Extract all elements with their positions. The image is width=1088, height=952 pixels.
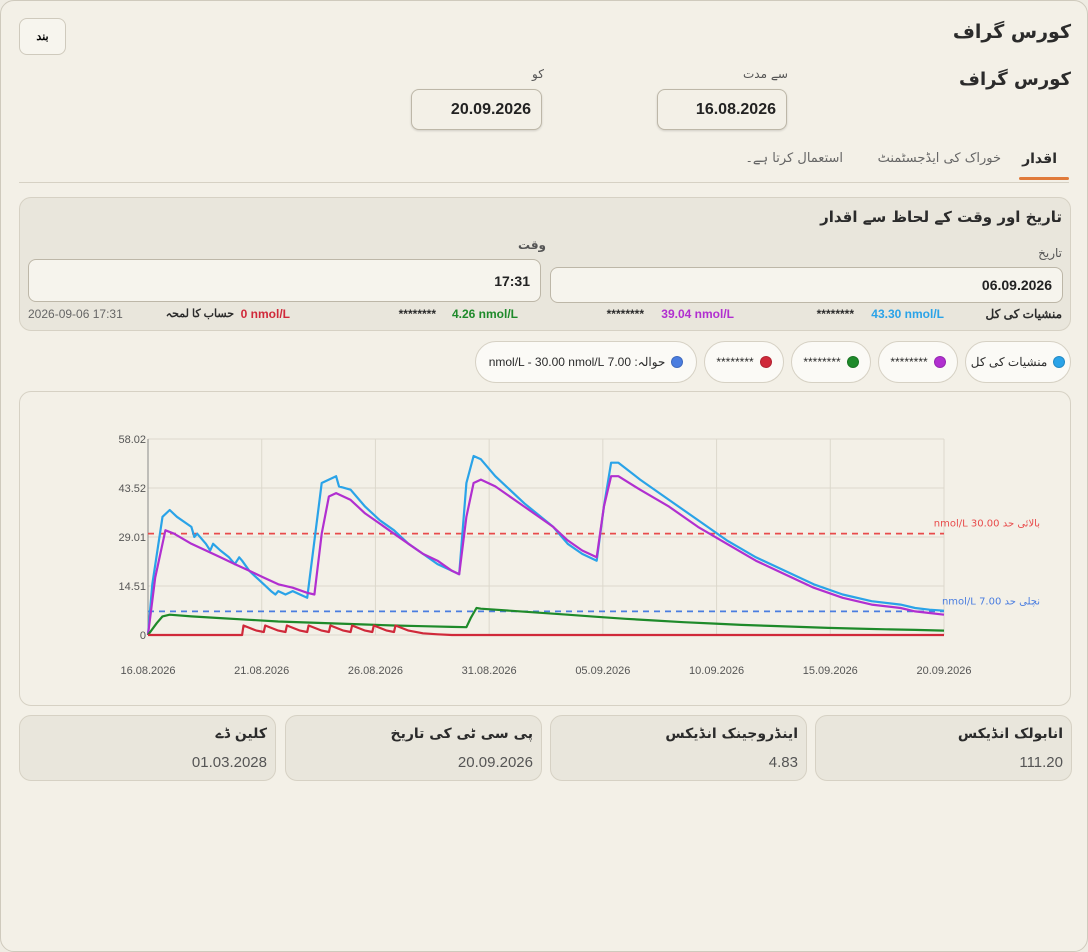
legend-dot-icon [933, 356, 946, 368]
value-name-3: ******** [606, 307, 644, 321]
card-title: پی سی ٹی کی تاریخ [390, 726, 534, 742]
calc-moment-label: حساب کا لمحہ [165, 308, 234, 320]
card-value: 4.83 [768, 754, 798, 771]
concentration-chart: 16.08.2026 21.08.2026 26.08.2026 31.08.2026… [118, 434, 1040, 677]
value-name-4: ******** [398, 307, 436, 321]
legend-dot-icon [671, 356, 684, 368]
value-amount-4: 0 nmol/L [240, 307, 290, 321]
from-date-label: سے مدت [743, 67, 788, 81]
card-value: 111.20 [1019, 754, 1063, 771]
y-tick-label: 43.52 [118, 483, 146, 495]
series-line-1 [146, 454, 945, 636]
time-input[interactable] [28, 259, 541, 302]
value-name-total: منشیات کی کل [985, 307, 1062, 321]
card-anabolic-index: انابولک انڈیکس 111.20 [815, 715, 1072, 781]
date-label: تاریخ [1038, 246, 1062, 260]
x-tick-label: 21.08.2026 [234, 665, 289, 677]
legend-dot-icon [846, 356, 859, 368]
legend-dot-icon [1053, 356, 1066, 368]
card-androgenic-index: اینڈروجینک انڈیکس 4.83 [550, 715, 807, 781]
legend-label: ******** [716, 355, 754, 369]
value-amount-3: 4.26 nmol/L [451, 307, 518, 321]
x-tick-label: 05.09.2026 [575, 665, 630, 677]
tab-dose-adjustment[interactable]: خوراک کی ایڈجسٹمنٹ [878, 151, 1001, 166]
x-tick-label: 20.09.2026 [916, 665, 971, 677]
tab-uses[interactable]: استعمال کرتا ہے۔ [745, 151, 843, 166]
window-title: کورس گراف [952, 21, 1071, 43]
from-date-input[interactable] [657, 89, 787, 130]
legend-item-total[interactable]: منشیات کی کل [965, 341, 1071, 383]
value-amount-total: 43.30 nmol/L [871, 307, 944, 321]
card-title: اینڈروجینک انڈیکس [665, 726, 798, 742]
value-amount-2: 39.04 nmol/L [661, 307, 734, 321]
section-title: کورس گراف [959, 69, 1071, 90]
card-title: انابولک انڈیکس [957, 726, 1063, 742]
legend-dot-icon [759, 356, 772, 368]
legend-item-4[interactable]: ******** [704, 341, 784, 383]
y-tick-label: 29.01 [118, 532, 146, 544]
upper-limit-label: بالائی حد 30.00 nmol/L [934, 519, 1040, 530]
course-graph-window: کورس گراف بند کورس گراف سے مدت کو اقدار … [0, 0, 1088, 952]
tab-bar: اقدار خوراک کی ایڈجسٹمنٹ استعمال کرتا ہے… [19, 141, 1069, 183]
tab-values[interactable]: اقدار [1022, 151, 1057, 167]
legend-label: منشیات کی کل [970, 355, 1048, 369]
x-tick-label: 26.08.2026 [348, 665, 403, 677]
lower-limit-label: نچلی حد 7.00 nmol/L [942, 596, 1040, 607]
x-tick-label: 31.08.2026 [462, 665, 517, 677]
card-value: 20.09.2026 [457, 754, 533, 771]
legend-label: حوالہ: 7.00 nmol/L - 30.00 nmol/L [488, 355, 666, 369]
card-title: کلین ڈے [215, 726, 267, 742]
card-value: 01.03.2028 [191, 754, 267, 771]
values-panel-title: تاریخ اور وقت کے لحاظ سے اقدار [820, 208, 1062, 226]
x-tick-label: 16.08.2026 [120, 665, 175, 677]
legend-label: ******** [890, 355, 928, 369]
x-tick-label: 15.09.2026 [803, 665, 858, 677]
date-input[interactable] [550, 267, 1063, 303]
y-tick-label: 0 [140, 630, 146, 642]
to-date-label: کو [532, 67, 544, 81]
legend-item-reference[interactable]: حوالہ: 7.00 nmol/L - 30.00 nmol/L [475, 341, 697, 383]
legend-label: ******** [803, 355, 841, 369]
to-date-input[interactable] [411, 89, 542, 130]
y-tick-label: 14.51 [118, 581, 146, 593]
legend-item-3[interactable]: ******** [791, 341, 871, 383]
close-button[interactable]: بند [19, 18, 66, 55]
card-clean-day: کلین ڈے 01.03.2028 [19, 715, 276, 781]
card-pct-date: پی سی ٹی کی تاریخ 20.09.2026 [285, 715, 542, 781]
x-tick-label: 10.09.2026 [689, 665, 744, 677]
active-tab-indicator [1019, 177, 1069, 180]
values-panel: تاریخ اور وقت کے لحاظ سے اقدار تاریخ وقت… [19, 197, 1071, 331]
chart-container: 16.08.2026 21.08.2026 26.08.2026 31.08.2026… [19, 391, 1071, 706]
y-tick-label: 58.02 [118, 434, 146, 446]
value-name-2: ******** [816, 307, 854, 321]
calc-moment-value: 2026-09-06 17:31 [28, 307, 123, 321]
time-label: وقت [518, 238, 547, 252]
legend-item-2[interactable]: ******** [878, 341, 958, 383]
